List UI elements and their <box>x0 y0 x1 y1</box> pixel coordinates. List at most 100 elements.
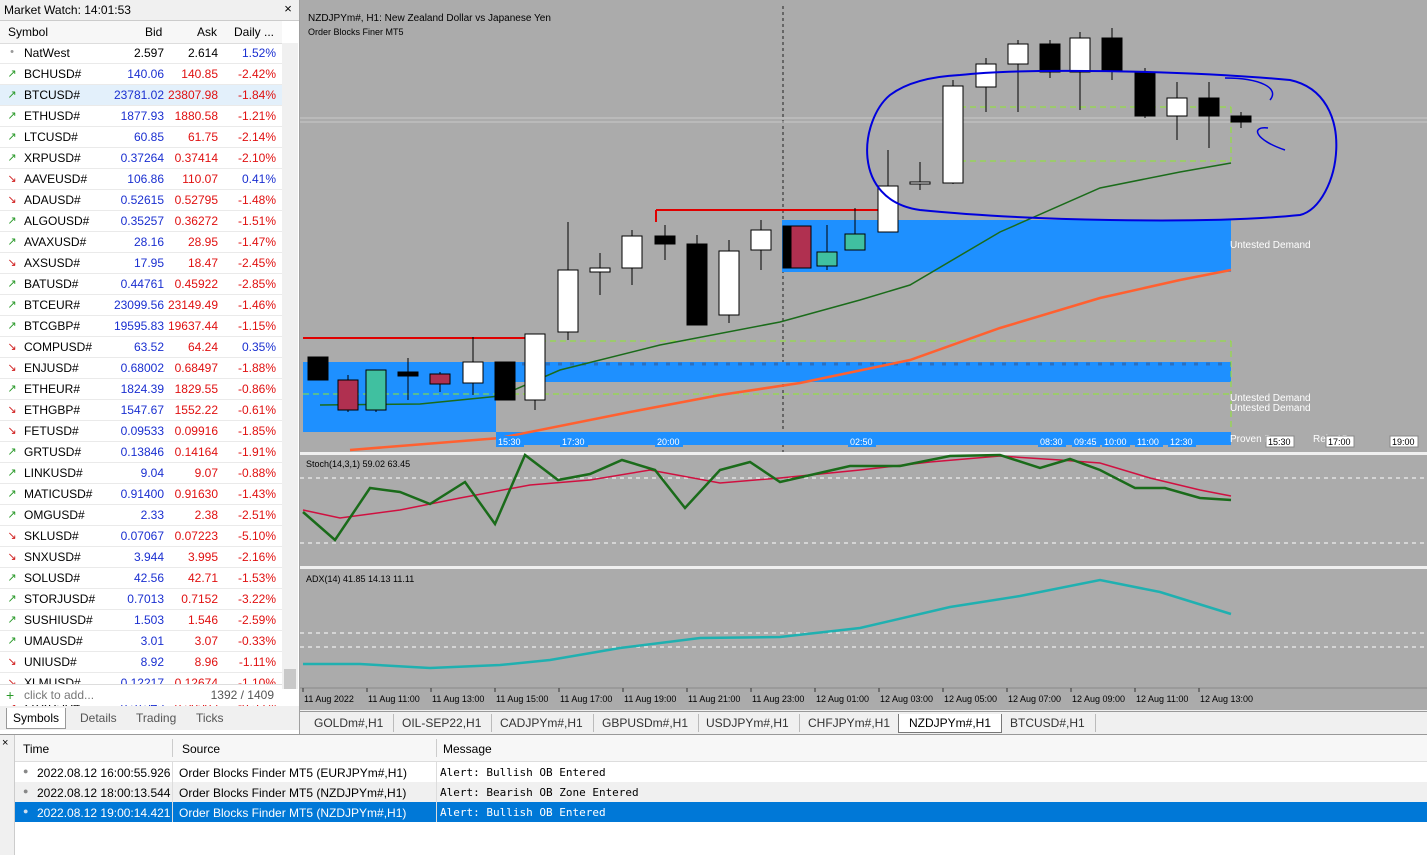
symbol-row[interactable]: ↘ ENJUSD# 0.68002 0.68497 -1.88% <box>0 358 282 379</box>
ask-price: 23149.49 <box>167 298 218 312</box>
symbol-row[interactable]: • NatWest 2.597 2.614 1.52% <box>0 43 282 64</box>
down-arrow-icon: ↘ <box>7 362 17 374</box>
symbol-row[interactable]: ↗ LTCUSD# 60.85 61.75 -2.14% <box>0 127 282 148</box>
symbol-row[interactable]: ↗ BTCEUR# 23099.56 23149.49 -1.46% <box>0 295 282 316</box>
chart-tab[interactable]: GOLDm#,H1 <box>304 714 395 732</box>
daily-change: -2.51% <box>237 508 276 522</box>
toolbox-panel: × Time Source Message ● 2022.08.12 16:00:… <box>0 734 1427 855</box>
symbol-row[interactable]: ↗ LINKUSD# 9.04 9.07 -0.88% <box>0 463 282 484</box>
symbol-row[interactable]: ↘ AXSUSD# 17.95 18.47 -2.45% <box>0 253 282 274</box>
daily-change: -2.42% <box>237 67 276 81</box>
symbol-row[interactable]: ↗ STORJUSD# 0.7013 0.7152 -3.22% <box>0 589 282 610</box>
symbol-row[interactable]: ↘ COMPUSD# 63.52 64.24 0.35% <box>0 337 282 358</box>
symbol-name: SKLUSD# <box>24 529 79 543</box>
scrollbar[interactable] <box>282 43 298 689</box>
add-symbol-row[interactable]: + click to add... 1392 / 1409 <box>0 684 282 705</box>
symbol-row[interactable]: ↘ UNIUSD# 8.92 8.96 -1.11% <box>0 652 282 673</box>
tab-trading[interactable]: Trading <box>130 708 182 728</box>
candle <box>307 356 329 381</box>
chart-tab[interactable]: CADJPYm#,H1 <box>490 714 594 732</box>
adx-pane[interactable] <box>300 569 1427 688</box>
symbol-row[interactable]: ↘ ETHGBP# 1547.67 1552.22 -0.61% <box>0 400 282 421</box>
up-arrow-icon: ↗ <box>7 215 17 227</box>
time-marker-label: 08:30 <box>1040 437 1063 447</box>
chart-tab[interactable]: OIL-SEP22,H1 <box>392 714 493 732</box>
chart-tab[interactable]: USDJPYm#,H1 <box>696 714 800 732</box>
chart-tab[interactable]: NZDJPYm#,H1 <box>898 714 1003 733</box>
bid-price: 0.68002 <box>120 361 164 375</box>
symbol-name: BCHUSD# <box>24 67 82 81</box>
ask-price: 8.96 <box>194 655 218 669</box>
candle <box>877 185 899 233</box>
symbol-row[interactable]: ↗ SUSHIUSD# 1.503 1.546 -2.59% <box>0 610 282 631</box>
symbol-row[interactable]: ↘ AAVEUSD# 106.86 110.07 0.41% <box>0 169 282 190</box>
bid-price: 0.52615 <box>120 193 164 207</box>
symbol-row[interactable]: ↗ BTCUSD# 23781.02 23807.98 -1.84% <box>0 85 282 106</box>
bid-price: 9.04 <box>140 466 164 480</box>
symbol-row[interactable]: ↘ SKLUSD# 0.07067 0.07223 -5.10% <box>0 526 282 547</box>
alert-row[interactable]: ● 2022.08.12 18:00:13.544 Order Blocks Fin… <box>15 782 1427 802</box>
symbol-row[interactable]: ↘ FETUSD# 0.09533 0.09916 -1.85% <box>0 421 282 442</box>
column-header-daily[interactable]: Daily ... <box>234 25 274 39</box>
bid-price: 42.56 <box>133 571 164 585</box>
symbol-name: LTCUSD# <box>24 130 78 144</box>
symbol-row[interactable]: ↘ ADAUSD# 0.52615 0.52795 -1.48% <box>0 190 282 211</box>
column-header-source[interactable]: Source <box>182 742 220 756</box>
scrollbar-thumb[interactable] <box>284 669 296 689</box>
symbol-row[interactable]: ↗ UMAUSD# 3.01 3.07 -0.33% <box>0 631 282 652</box>
candle <box>1230 115 1252 123</box>
stochastic-pane[interactable] <box>300 455 1427 566</box>
symbol-row[interactable]: ↗ MATICUSD# 0.91400 0.91630 -1.43% <box>0 484 282 505</box>
toolbox-header: Time Source Message <box>15 735 1427 762</box>
close-icon[interactable]: × <box>281 2 295 16</box>
x-axis-label: 12 Aug 07:00 <box>1008 694 1061 704</box>
add-symbol-label[interactable]: click to add... <box>24 688 94 702</box>
chart-tab[interactable]: BTCUSD#,H1 <box>1000 714 1096 732</box>
tab-symbols[interactable]: Symbols <box>6 708 67 729</box>
symbol-row[interactable]: ↗ XRPUSD# 0.37264 0.37414 -2.10% <box>0 148 282 169</box>
alert-source: Order Blocks Finder MT5 (NZDJPYm#,H1) <box>179 786 407 800</box>
symbol-row[interactable]: ↗ BTCGBP# 19595.83 19637.44 -1.15% <box>0 316 282 337</box>
up-arrow-icon: ↗ <box>7 467 17 479</box>
symbol-row[interactable]: ↗ AVAXUSD# 28.16 28.95 -1.47% <box>0 232 282 253</box>
up-arrow-icon: ↗ <box>7 509 17 521</box>
ask-price: 0.36272 <box>174 214 218 228</box>
column-header-bid[interactable]: Bid <box>145 25 162 39</box>
chart-tab[interactable]: GBPUSDm#,H1 <box>592 714 700 732</box>
symbol-row[interactable]: ↗ ETHUSD# 1877.93 1880.58 -1.21% <box>0 106 282 127</box>
column-header-time[interactable]: Time <box>23 742 49 756</box>
symbol-name: FETUSD# <box>24 424 79 438</box>
chart-tab[interactable]: CHFJPYm#,H1 <box>798 714 902 732</box>
symbol-row[interactable]: ↗ BCHUSD# 140.06 140.85 -2.42% <box>0 64 282 85</box>
up-arrow-icon: ↗ <box>7 593 17 605</box>
candle <box>1134 71 1156 117</box>
candle <box>816 251 838 267</box>
symbol-row[interactable]: ↗ ETHEUR# 1824.39 1829.55 -0.86% <box>0 379 282 400</box>
alert-row[interactable]: ● 2022.08.12 19:00:14.421 Order Blocks Fin… <box>15 802 1427 822</box>
price-chart[interactable]: NZDJPYm#, H1: New Zealand Dollar vs Japa… <box>300 0 1427 710</box>
candle <box>909 181 931 185</box>
symbol-name: ETHUSD# <box>24 109 81 123</box>
symbol-row[interactable]: ↗ GRTUSD# 0.13846 0.14164 -1.91% <box>0 442 282 463</box>
time-marker-label: 12:30 <box>1170 437 1193 447</box>
column-header-symbol[interactable]: Symbol <box>8 25 48 39</box>
symbol-row[interactable]: ↗ ALGOUSD# 0.35257 0.36272 -1.51% <box>0 211 282 232</box>
symbol-row[interactable]: ↗ OMGUSD# 2.33 2.38 -2.51% <box>0 505 282 526</box>
column-header-ask[interactable]: Ask <box>197 25 217 39</box>
ask-price: 0.07223 <box>174 529 218 543</box>
chart-window[interactable]: NZDJPYm#, H1: New Zealand Dollar vs Japa… <box>300 0 1427 710</box>
symbol-row[interactable]: ↗ BATUSD# 0.44761 0.45922 -2.85% <box>0 274 282 295</box>
up-arrow-icon: ↗ <box>7 152 17 164</box>
ask-price: 1880.58 <box>174 109 218 123</box>
symbol-row[interactable]: ↗ SOLUSD# 42.56 42.71 -1.53% <box>0 568 282 589</box>
tab-ticks[interactable]: Ticks <box>190 708 230 728</box>
candle <box>589 267 611 273</box>
ask-price: 9.07 <box>194 466 218 480</box>
column-header-message[interactable]: Message <box>443 742 492 756</box>
up-arrow-icon: ↗ <box>7 488 17 500</box>
ask-price: 18.47 <box>187 256 218 270</box>
alert-row[interactable]: ● 2022.08.12 16:00:55.926 Order Blocks Fin… <box>15 762 1427 782</box>
symbol-row[interactable]: ↘ SNXUSD# 3.944 3.995 -2.16% <box>0 547 282 568</box>
close-icon[interactable]: × <box>2 737 8 749</box>
tab-details[interactable]: Details <box>74 708 123 728</box>
